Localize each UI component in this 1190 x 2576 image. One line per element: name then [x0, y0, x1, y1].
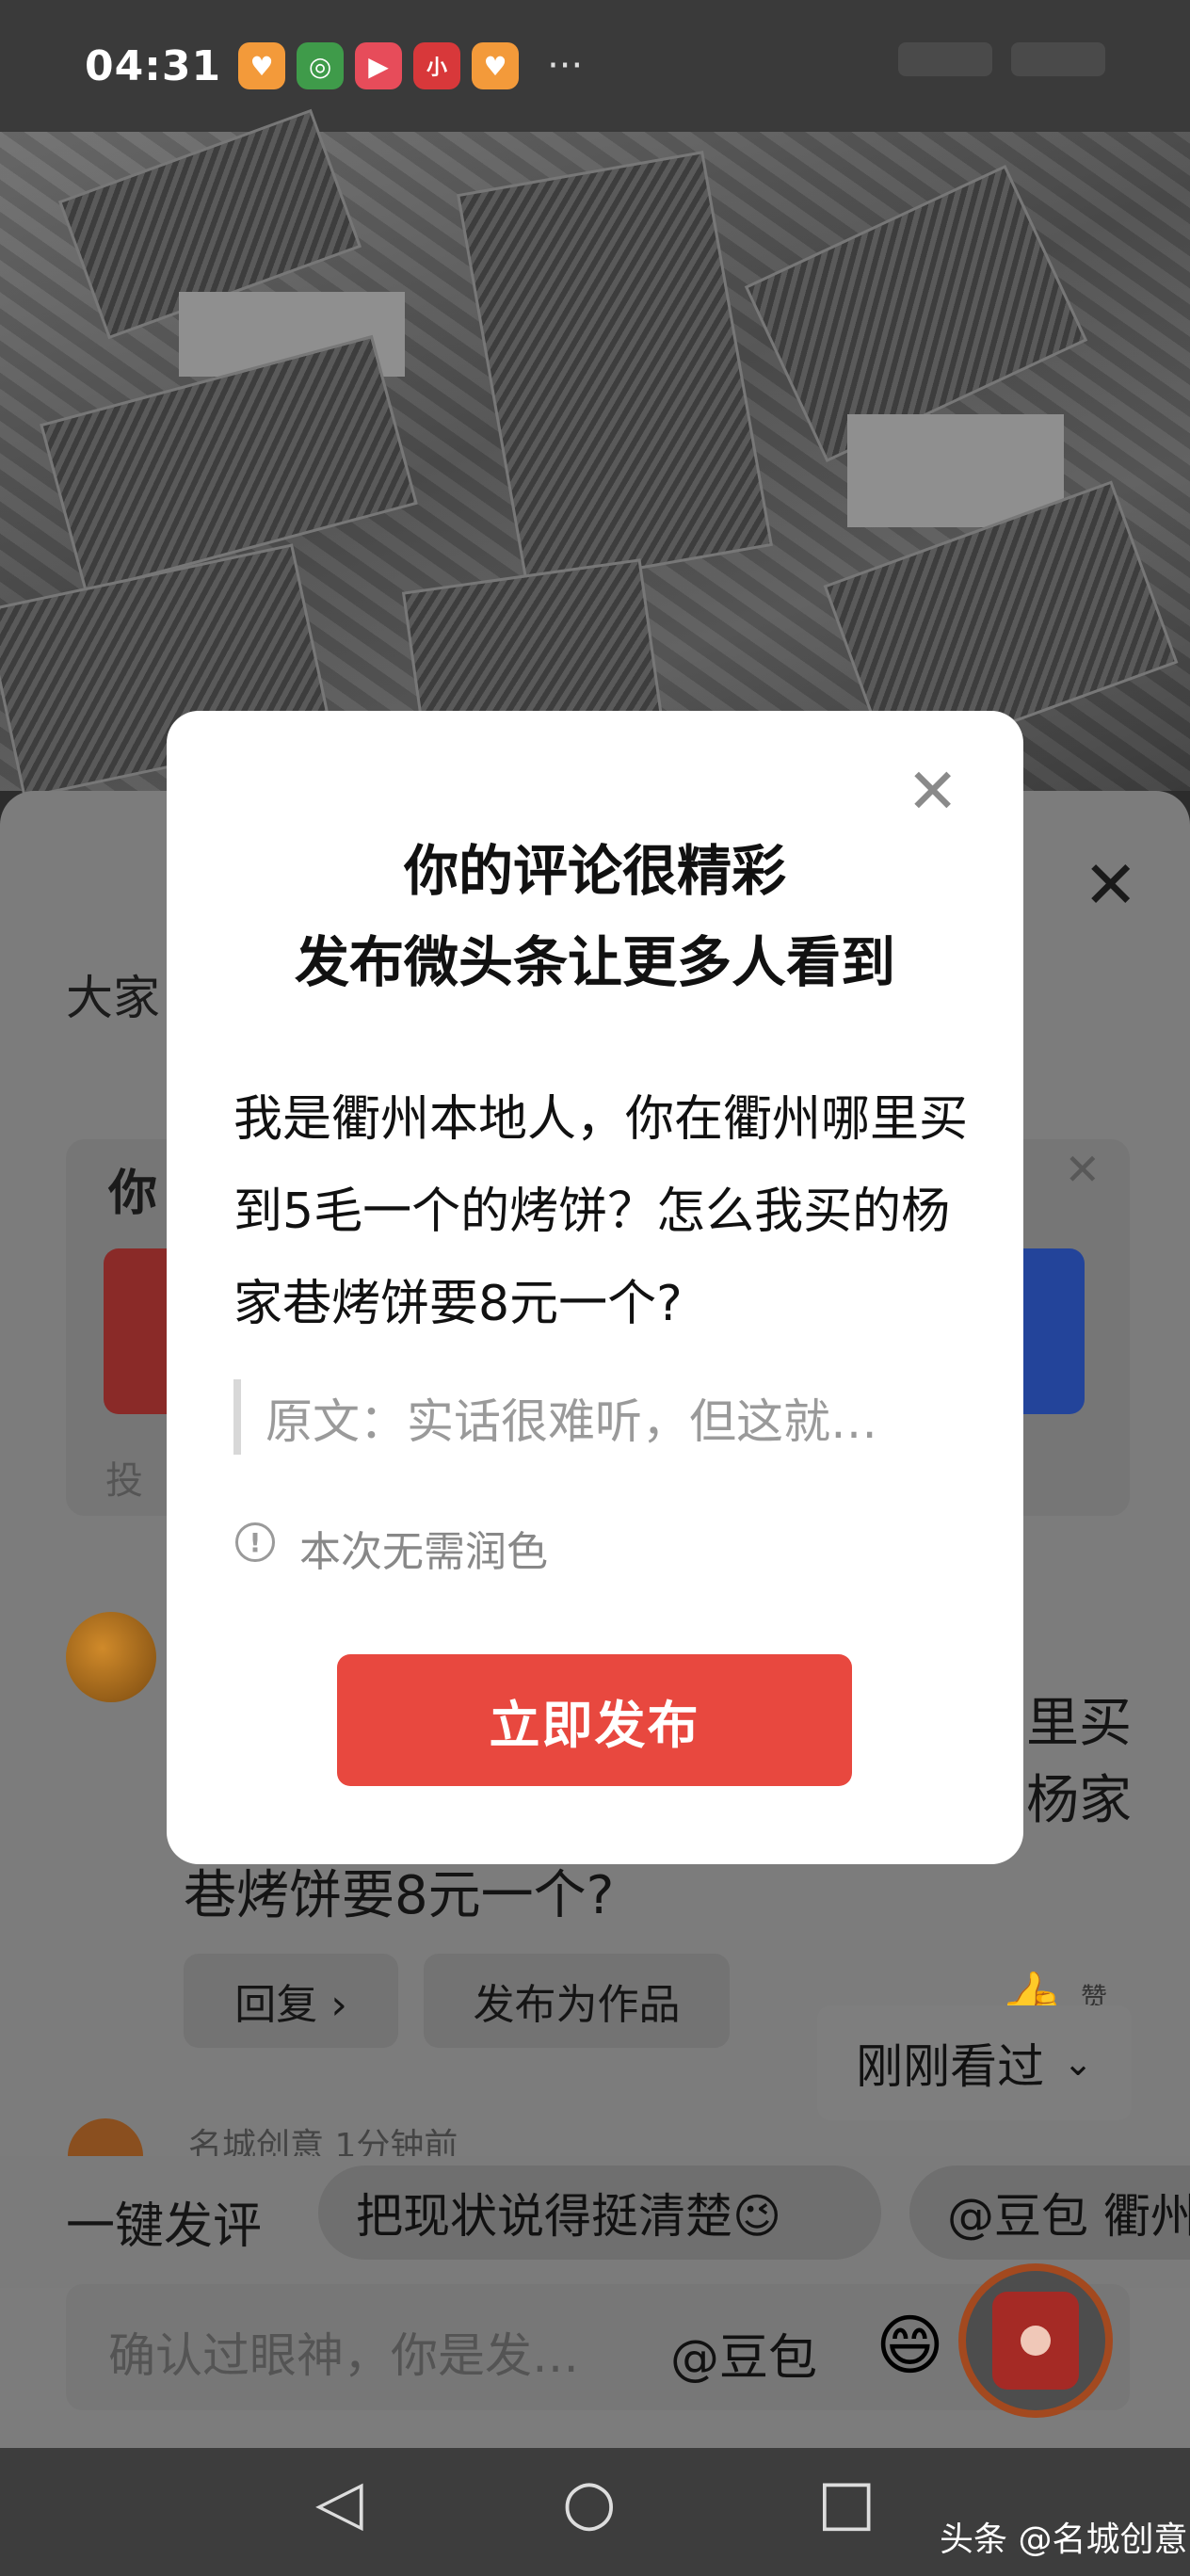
original-quote: 原文：实话很难听，但这就…	[265, 1394, 877, 1449]
red-packet-button[interactable]	[958, 2263, 1113, 2418]
quote-bar	[233, 1379, 241, 1455]
app-heart2-icon: ♥	[472, 42, 520, 89]
comment-fragment-1: 里买	[1026, 1693, 1132, 1754]
chevron-down-icon: ⌄	[1063, 2042, 1093, 2084]
quick-chip-2[interactable]: @豆包 衢州	[909, 2165, 1190, 2260]
avatar[interactable]	[66, 1612, 156, 1702]
dialog-comment-text: 我是衢州本地人，你在衢州哪里买到5毛一个的烤饼？怎么我买的杨家巷烤饼要8元一个?	[233, 1091, 969, 1332]
video-background-image[interactable]	[0, 108, 1190, 799]
sheet-heading: 大家	[66, 971, 160, 1025]
app-play-icon: ▶	[355, 42, 403, 89]
publish-now-button[interactable]: 立即发布	[337, 1654, 852, 1786]
status-time: 04:31	[85, 41, 222, 90]
comment-fragment-3: 巷烤饼要8元一个?	[184, 1865, 615, 1926]
vote-question: 你	[108, 1166, 158, 1222]
red-packet-icon	[992, 2292, 1079, 2390]
app-leaf-icon: ◎	[297, 42, 345, 89]
status-indicators	[898, 42, 1105, 76]
emoji-icon[interactable]: 😄	[876, 2307, 944, 2384]
signal-icon	[898, 42, 992, 76]
quick-chip-1[interactable]: 把现状说得挺清楚😉	[318, 2165, 881, 2260]
comment-fragment-2: 杨家	[1026, 1770, 1132, 1831]
comment-input-placeholder: 确认过眼神，你是发…	[108, 2328, 579, 2383]
mention-doubao-button[interactable]: @豆包	[670, 2318, 817, 2389]
polish-info: 本次无需润色	[299, 1528, 548, 1576]
publish-as-work-button[interactable]: 发布为作品	[424, 1954, 730, 2048]
info-icon: !	[235, 1522, 275, 1562]
app-xiaohongshu-icon: 小	[413, 42, 461, 89]
dialog-title-line2: 发布微头条让更多人看到	[294, 930, 895, 994]
status-bar: 04:31 ♥ ◎ ▶ 小 ♥ ···	[0, 0, 1190, 132]
just-seen-button[interactable]: 刚刚看过 ⌄	[817, 2005, 1132, 2120]
sheet-close-icon[interactable]: ✕	[1083, 852, 1138, 918]
just-seen-label: 刚刚看过	[856, 2039, 1045, 2094]
watermark: 头条 @名城创意	[940, 2520, 1188, 2559]
app-heart-icon: ♥	[238, 42, 286, 89]
home-icon[interactable]: ○	[562, 2471, 617, 2534]
close-icon[interactable]: ✕	[907, 761, 958, 823]
status-more-icon: ···	[547, 44, 584, 88]
dialog-title-line1: 你的评论很精彩	[403, 839, 786, 903]
quick-comment-label: 一键发评	[66, 2198, 263, 2255]
reply-button[interactable]: 回复 ›	[184, 1954, 398, 2048]
back-icon[interactable]: ◁	[315, 2471, 363, 2534]
vote-meta: 投	[105, 1459, 143, 1503]
battery-icon	[1011, 42, 1105, 76]
recents-icon[interactable]: □	[817, 2471, 876, 2534]
vote-close-icon[interactable]: ✕	[1064, 1144, 1101, 1195]
